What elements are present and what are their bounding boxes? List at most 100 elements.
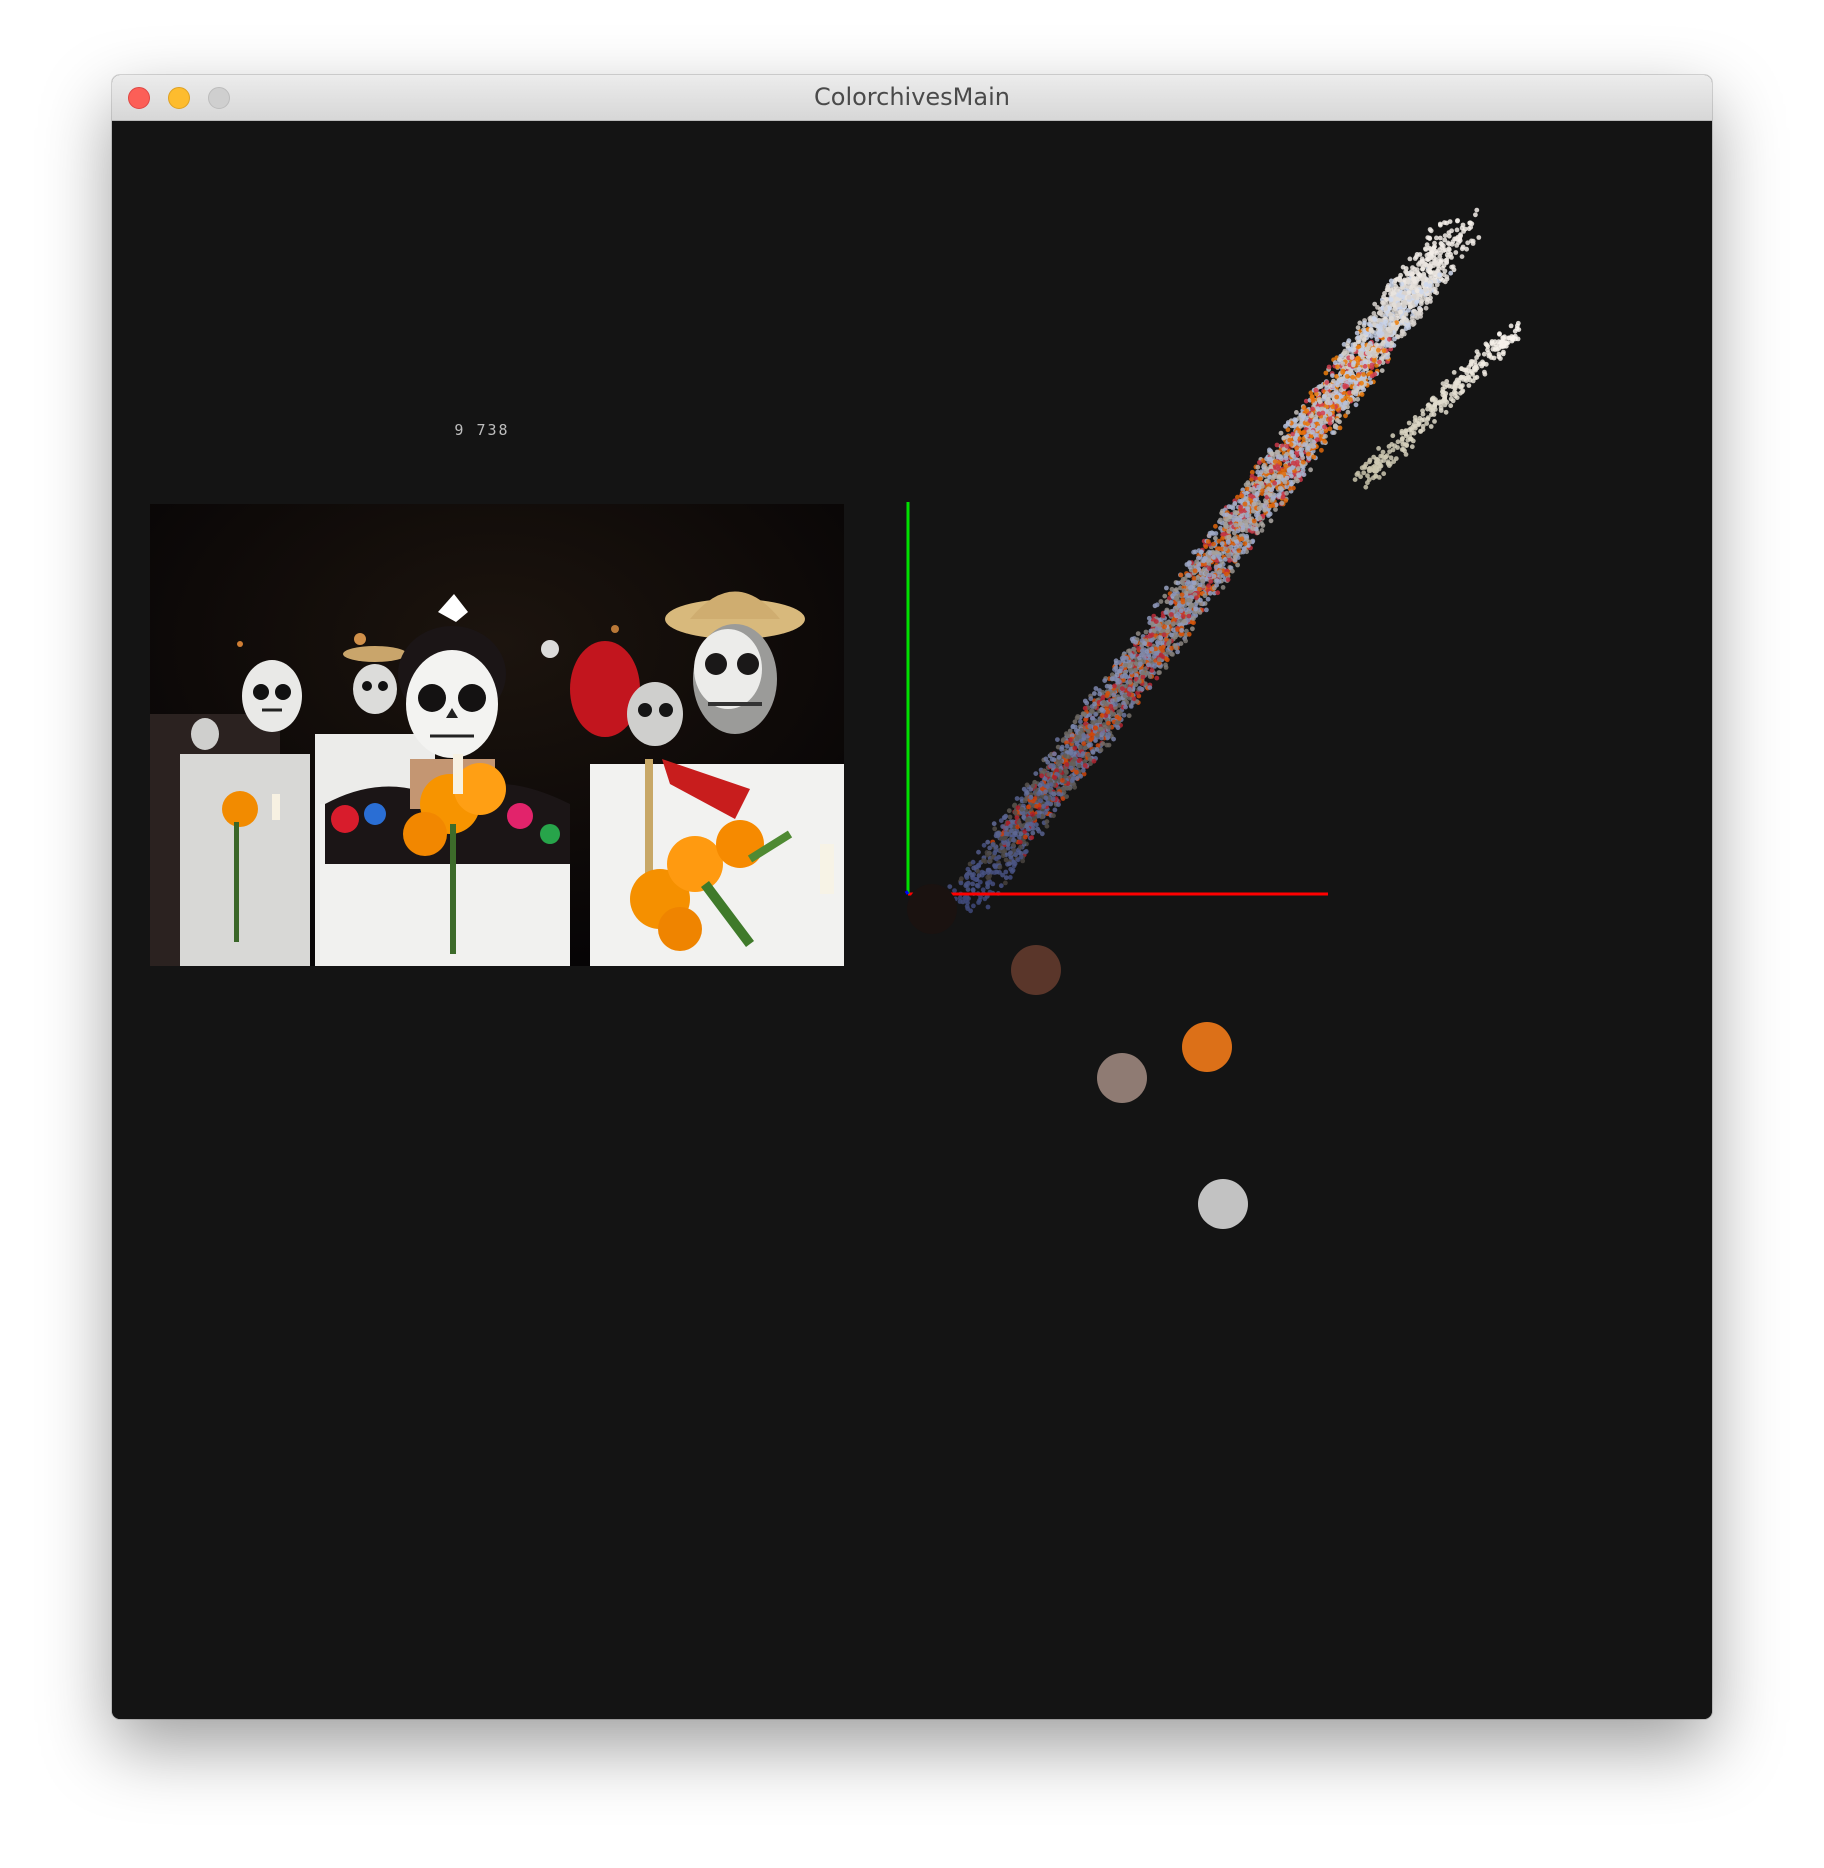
color-point [1164,657,1170,663]
color-point [1087,724,1093,729]
color-point [1239,513,1244,519]
color-point [1114,672,1120,678]
color-point [964,875,970,880]
color-point [1018,831,1024,837]
color-point [1505,340,1511,346]
color-point [1411,294,1417,299]
color-point [1276,475,1282,480]
color-point [1466,383,1472,388]
color-point [1168,599,1174,605]
color-point [1327,420,1333,426]
color-point [1174,587,1179,592]
color-point [1419,289,1424,295]
color-point [1482,369,1487,375]
color-point [1135,631,1141,636]
color-point [1235,555,1241,560]
color-point [1446,383,1452,389]
color-point [1434,282,1440,288]
color-point [1191,576,1197,581]
color-point [1082,705,1088,711]
color-point [1019,806,1025,812]
color-point [1472,375,1478,381]
color-point [1468,359,1474,364]
color-point [1335,418,1340,423]
color-point [1143,629,1149,635]
color-point [1043,810,1048,815]
color-point [1114,714,1120,720]
color-point [996,831,1002,836]
color-point [1415,288,1420,294]
color-point [1408,426,1414,432]
title-bar[interactable]: ColorchivesMain [112,75,1712,121]
color-point [1368,327,1374,332]
color-point [1495,346,1500,352]
color-point [1449,228,1454,234]
color-point [1242,518,1248,524]
color-point [1108,704,1114,709]
color-point [1171,627,1176,633]
color-point [1405,278,1411,284]
color-point [1476,352,1481,357]
color-point [1055,737,1060,742]
color-point [1101,699,1107,705]
color-point [1248,493,1254,498]
color-point [1300,430,1306,436]
color-point [1258,469,1264,475]
color-point [1256,505,1262,511]
color-point [1046,772,1051,777]
color-point [1086,729,1091,734]
color-point [1452,381,1458,387]
color-point [1206,583,1211,589]
color-point [1405,283,1411,289]
color-point [1180,576,1186,582]
color-point [1163,610,1169,615]
color-point [1459,246,1465,252]
color-point [1318,384,1324,389]
color-point [1451,370,1457,375]
color-point [1442,233,1448,238]
color-point [1355,396,1361,402]
color-point [1086,752,1091,758]
color-point [1420,427,1426,432]
color-point [987,858,993,864]
color-point [1372,301,1378,307]
color-point [1011,842,1016,848]
color-point [1078,719,1083,725]
color-point [1294,432,1300,438]
color-point [1304,408,1310,414]
color-point [1257,515,1263,521]
color-point [1068,750,1074,756]
color-point [1472,366,1478,371]
color-point [1391,286,1397,292]
color-point [1226,553,1231,559]
color-point [1499,338,1505,344]
color-point [1429,250,1435,256]
color-point [1206,572,1212,578]
color-point [1137,655,1142,661]
color-point [1164,620,1170,626]
color-point [1004,831,1009,837]
color-point [1008,850,1013,856]
color-point [1367,457,1373,463]
color-point [1282,479,1288,485]
color-point [1078,773,1084,779]
color-point [1178,572,1184,578]
color-point [1269,451,1274,457]
color-point [1126,713,1132,719]
color-point [1449,255,1454,260]
color-point [1441,272,1447,278]
color-point [1048,763,1053,769]
color-point [1111,692,1117,698]
color-point [1502,334,1507,340]
color-point [1003,880,1008,886]
color-point [994,856,999,862]
color-point [1353,380,1359,386]
color-point [1287,437,1293,443]
color-point [1388,291,1393,297]
color-point [1268,518,1274,524]
color-point [964,904,970,909]
color-point [1074,715,1080,721]
color-point [1448,403,1454,409]
color-point [1211,573,1217,579]
color-point [987,850,992,856]
